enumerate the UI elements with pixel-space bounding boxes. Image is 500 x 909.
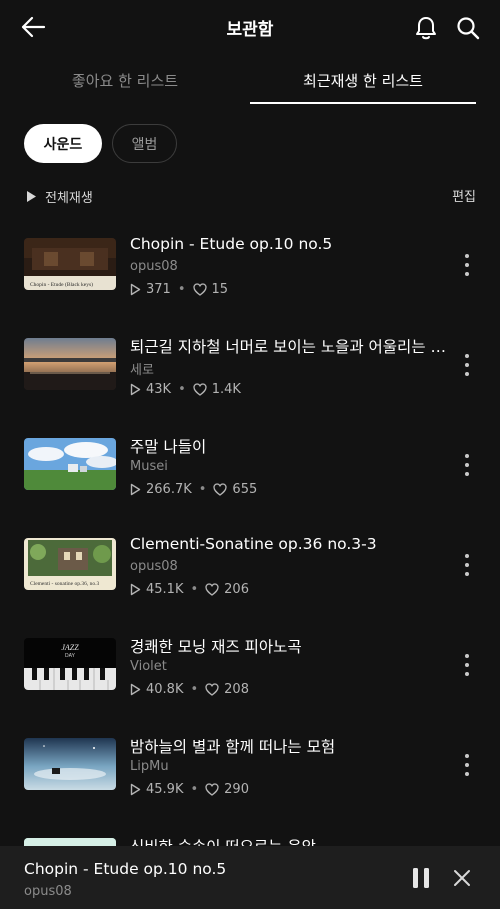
separator-dot: • — [190, 682, 199, 697]
now-playing-title: Chopin - Etude op.10 no.5 — [24, 860, 227, 878]
track-stats: 43K • 1.4K — [130, 382, 241, 397]
bell-icon — [416, 17, 436, 40]
like-count: 208 — [224, 682, 249, 697]
active-tab-indicator — [250, 102, 476, 104]
like-count: 206 — [224, 582, 249, 597]
more-options-button[interactable] — [458, 752, 476, 778]
like-count: 290 — [224, 782, 249, 797]
track-artist: opus08 — [130, 259, 178, 274]
more-options-button[interactable] — [458, 352, 476, 378]
heart-icon — [205, 683, 219, 696]
play-all-button[interactable]: 전체재생 — [26, 185, 93, 207]
track-stats: 45.9K • 290 — [130, 782, 249, 797]
track-thumbnail: JAZZ DAY — [24, 638, 116, 690]
close-player-button[interactable] — [450, 866, 474, 890]
library-screen: 보관함 좋아요 한 리스트 최근재생 한 리스트 사운드 앨범 전체재생 편집 — [0, 0, 500, 909]
tab-liked-list[interactable]: 좋아요 한 리스트 — [0, 56, 250, 104]
play-count: 45.1K — [146, 582, 184, 597]
play-count-icon — [130, 383, 141, 396]
svg-text:Chopin - Etude (Black keys): Chopin - Etude (Black keys) — [30, 281, 93, 288]
track-artist: Violet — [130, 659, 167, 674]
separator-dot: • — [190, 582, 199, 597]
track-stats: 371 • 15 — [130, 282, 228, 297]
edit-button[interactable]: 편집 — [452, 186, 476, 205]
track-thumbnail — [24, 738, 116, 790]
more-options-button[interactable] — [458, 552, 476, 578]
track-item[interactable]: 주말 나들이 Musei 266.7K • 655 — [0, 430, 500, 510]
track-title: Clementi-Sonatine op.36 no.3-3 — [130, 535, 377, 553]
play-count-icon — [130, 783, 141, 796]
heart-icon — [205, 783, 219, 796]
track-stats: 45.1K • 206 — [130, 582, 249, 597]
track-title: 밤하늘의 별과 함께 떠나는 모험 — [130, 738, 336, 756]
filter-chip-sound[interactable]: 사운드 — [24, 124, 102, 163]
track-thumbnail: Clementi - sonatine op.36, no.3 — [24, 538, 116, 590]
more-options-button[interactable] — [458, 652, 476, 678]
track-artist: Musei — [130, 459, 168, 474]
separator-dot: • — [198, 482, 207, 497]
more-options-button[interactable] — [458, 452, 476, 478]
separator-dot: • — [178, 382, 186, 397]
track-thumbnail — [24, 338, 116, 390]
search-icon — [457, 17, 480, 40]
heart-icon — [205, 583, 219, 596]
play-count: 371 — [146, 282, 171, 297]
track-stats: 266.7K • 655 — [130, 482, 257, 497]
play-count-icon — [130, 683, 141, 696]
like-count: 1.4K — [211, 382, 241, 397]
play-count-icon — [130, 283, 141, 296]
filter-chip-album[interactable]: 앨범 — [112, 124, 177, 163]
heart-icon — [193, 383, 207, 396]
track-item[interactable]: Clementi - sonatine op.36, no.3 Clementi… — [0, 530, 500, 610]
track-artist: 세로 — [130, 363, 154, 378]
now-playing-artist: opus08 — [24, 884, 72, 899]
track-title: 주말 나들이 — [130, 438, 207, 456]
play-count: 45.9K — [146, 782, 184, 797]
svg-text:JAZZ: JAZZ — [61, 643, 79, 652]
like-count: 655 — [232, 482, 258, 497]
play-count-icon — [130, 583, 141, 596]
mini-player[interactable]: Chopin - Etude op.10 no.5 opus08 — [0, 846, 500, 909]
track-item[interactable]: Chopin - Etude (Black keys) Chopin - Etu… — [0, 230, 500, 310]
svg-text:DAY: DAY — [65, 653, 76, 659]
track-item[interactable]: 밤하늘의 별과 함께 떠나는 모험 LipMu 45.9K • 290 — [0, 730, 500, 810]
track-title: 퇴근길 지하철 너머로 보이는 노을과 어울리는 피아노 — [130, 338, 452, 356]
track-artist: LipMu — [130, 759, 169, 774]
track-thumbnail — [24, 438, 116, 490]
track-artist: opus08 — [130, 559, 178, 574]
play-all-label: 전체재생 — [45, 190, 93, 206]
track-title: Chopin - Etude op.10 no.5 — [130, 235, 333, 253]
search-button[interactable] — [452, 12, 484, 44]
close-icon — [454, 870, 470, 886]
track-thumbnail: Chopin - Etude (Black keys) — [24, 238, 116, 290]
track-item[interactable]: 퇴근길 지하철 너머로 보이는 노을과 어울리는 피아노 세로 43K • 1.… — [0, 330, 500, 410]
play-icon — [26, 190, 37, 203]
more-options-button[interactable] — [458, 252, 476, 278]
heart-icon — [192, 283, 207, 296]
header: 보관함 — [0, 0, 500, 56]
notifications-button[interactable] — [410, 12, 442, 44]
tab-recent-list[interactable]: 최근재생 한 리스트 — [250, 56, 476, 104]
separator-dot: • — [190, 782, 199, 797]
track-stats: 40.8K • 208 — [130, 682, 249, 697]
play-count: 43K — [146, 382, 172, 397]
like-count: 15 — [211, 282, 229, 297]
pause-button[interactable] — [408, 866, 434, 890]
heart-icon — [213, 483, 228, 496]
track-item[interactable]: JAZZ DAY 경쾌한 모닝 재즈 피아노곡 Violet 40.8K • 2… — [0, 630, 500, 710]
play-count: 40.8K — [146, 682, 184, 697]
pause-icon — [413, 868, 429, 888]
play-count: 266.7K — [146, 482, 192, 497]
track-title: 경쾌한 모닝 재즈 피아노곡 — [130, 638, 302, 656]
library-tabs: 좋아요 한 리스트 최근재생 한 리스트 — [0, 56, 500, 104]
play-count-icon — [130, 483, 141, 496]
svg-text:Clementi - sonatine op.36, no.: Clementi - sonatine op.36, no.3 — [30, 581, 99, 587]
separator-dot: • — [177, 282, 186, 297]
